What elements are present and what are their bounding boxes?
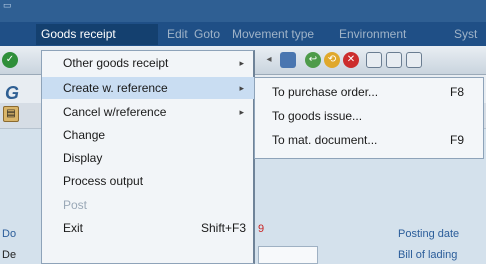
menu-item-label: Post bbox=[63, 198, 88, 212]
menu-system[interactable]: Syst bbox=[454, 27, 477, 42]
shortcut-label: Shift+F3 bbox=[200, 221, 246, 235]
window-corner-icon: ▭ bbox=[3, 0, 12, 10]
menu-item-label: Process output bbox=[63, 174, 144, 188]
menu-item-label: Display bbox=[63, 151, 103, 165]
submenu-item-to-purchase-order[interactable]: To purchase order... F8 bbox=[255, 81, 483, 103]
submenu-item-to-mat-document[interactable]: To mat. document... F9 bbox=[255, 129, 483, 151]
cancel-icon[interactable]: ✕ bbox=[343, 52, 359, 68]
submenu-item-label: To goods issue... bbox=[272, 109, 363, 123]
input-field[interactable] bbox=[258, 246, 318, 264]
menu-item-other-goods-receipt[interactable]: Other goods receipt ▸ bbox=[42, 52, 254, 74]
bill-of-lading-label: Bill of lading bbox=[398, 249, 458, 261]
shortcut-label: F8 bbox=[450, 85, 465, 99]
menu-item-process-output[interactable]: Process output bbox=[42, 170, 254, 192]
transaction-title: G bbox=[5, 83, 20, 103]
menu-item-create-w-reference[interactable]: Create w. reference ▸ bbox=[42, 77, 254, 99]
menu-item-change[interactable]: Change bbox=[42, 124, 254, 146]
menu-item-label: Create w. reference bbox=[63, 81, 168, 95]
submenu-item-label: To mat. document... bbox=[272, 133, 378, 147]
menu-item-label: Exit bbox=[63, 221, 84, 235]
find-icon[interactable] bbox=[386, 52, 402, 68]
menu-item-display[interactable]: Display bbox=[42, 147, 254, 169]
back-arrow-icon[interactable]: ◂ bbox=[261, 52, 277, 68]
menu-item-label: Other goods receipt bbox=[63, 56, 169, 70]
menu-item-exit[interactable]: Exit Shift+F3 bbox=[42, 217, 254, 239]
enter-icon[interactable]: ✓ bbox=[2, 52, 18, 68]
back-icon[interactable]: ↩ bbox=[305, 52, 321, 68]
shortcut-label: F9 bbox=[450, 133, 465, 147]
goods-receipt-dropdown: Other goods receipt ▸ Create w. referenc… bbox=[41, 50, 255, 264]
menu-goods-receipt[interactable]: Goods receipt bbox=[36, 24, 158, 45]
find-next-icon[interactable] bbox=[406, 52, 422, 68]
red-value: 9 bbox=[258, 223, 265, 235]
menu-item-post: Post bbox=[42, 194, 254, 216]
menu-movement-type[interactable]: Movement type bbox=[232, 27, 314, 42]
print-icon[interactable] bbox=[366, 52, 382, 68]
save-icon[interactable] bbox=[280, 52, 296, 68]
submenu-item-to-goods-issue[interactable]: To goods issue... bbox=[255, 105, 483, 127]
submenu-arrow-icon: ▸ bbox=[239, 107, 244, 117]
menu-goto[interactable]: Goto bbox=[194, 27, 220, 42]
exit-icon[interactable]: ⟲ bbox=[324, 52, 340, 68]
menu-bar: Goods receipt Edit Goto Movement type En… bbox=[0, 22, 486, 46]
menu-item-label: Cancel w/reference bbox=[63, 105, 167, 119]
submenu-item-label: To purchase order... bbox=[272, 85, 379, 99]
window-titlebar bbox=[0, 0, 486, 22]
menu-edit[interactable]: Edit bbox=[167, 27, 188, 42]
submenu-arrow-icon: ▸ bbox=[239, 58, 244, 68]
document-icon[interactable]: ▤ bbox=[3, 106, 19, 122]
menu-item-cancel-w-reference[interactable]: Cancel w/reference ▸ bbox=[42, 101, 254, 123]
field-label-de: De bbox=[2, 249, 17, 261]
menu-item-label: Change bbox=[63, 128, 106, 142]
submenu-arrow-icon: ▸ bbox=[239, 83, 244, 93]
menu-environment[interactable]: Environment bbox=[339, 27, 406, 42]
posting-date-label: Posting date bbox=[398, 228, 460, 240]
create-w-reference-submenu: To purchase order... F8 To goods issue..… bbox=[254, 77, 484, 159]
field-label-doc: Do bbox=[2, 228, 17, 240]
